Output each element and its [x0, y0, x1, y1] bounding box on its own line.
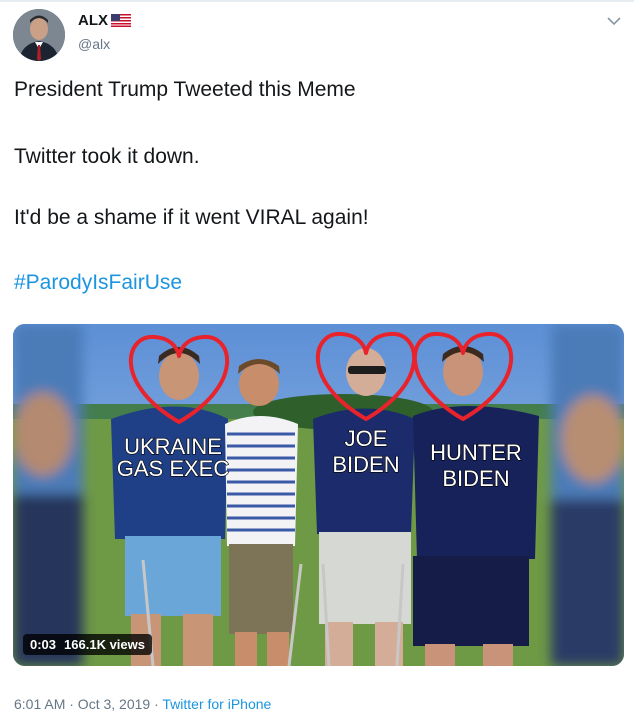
tweet-text-line-3: It'd be a shame if it went VIRAL again!	[14, 206, 369, 229]
chevron-down-icon[interactable]	[606, 14, 622, 28]
tweet-text-line-2: Twitter took it down.	[14, 145, 200, 168]
tweet-text-line-1: President Trump Tweeted this Meme	[14, 78, 356, 101]
author-avatar[interactable]	[13, 9, 65, 61]
tweet-timestamp[interactable]: 6:01 AM · Oct 3, 2019	[14, 696, 150, 712]
label-biden-1: BIDEN	[332, 452, 399, 477]
label-biden-2: BIDEN	[442, 466, 509, 491]
label-hunter: HUNTER	[430, 440, 522, 465]
label-joe: JOE	[345, 426, 388, 451]
label-gas-exec: GAS EXEC	[117, 456, 230, 481]
tweet-source-link[interactable]: Twitter for iPhone	[162, 696, 271, 712]
author-name[interactable]: ALX	[78, 12, 108, 29]
tweet-meta: 6:01 AM · Oct 3, 2019 · Twitter for iPho…	[14, 696, 271, 712]
video-views: 166.1K views	[64, 637, 145, 652]
top-divider	[0, 0, 634, 2]
video-duration: 0:03	[30, 637, 57, 652]
video-info-badge: 0:03 166.1K views	[23, 634, 152, 655]
meta-separator: ·	[150, 696, 163, 712]
author-handle[interactable]: @alx	[78, 36, 110, 52]
video-media[interactable]: UKRAINE GAS EXEC JOE BIDEN HUNTER BIDEN …	[13, 324, 624, 666]
video-frame: UKRAINE GAS EXEC JOE BIDEN HUNTER BIDEN	[13, 324, 624, 666]
us-flag-icon	[111, 14, 131, 27]
hashtag-link[interactable]: #ParodyIsFairUse	[14, 271, 182, 295]
